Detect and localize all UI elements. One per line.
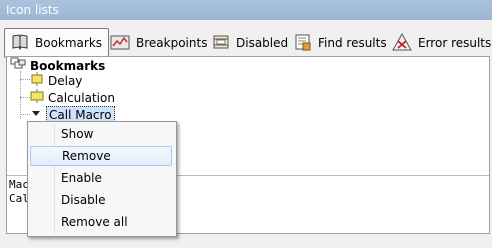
tree-connector — [20, 97, 30, 98]
tree-item-label: Calculation — [48, 91, 115, 105]
window-titlebar: Icon lists — [0, 0, 492, 20]
tree-item-label: Delay — [48, 74, 83, 88]
disabled-icon — [212, 33, 236, 54]
bookmarks-tree-icon — [10, 57, 30, 75]
output-line: Cal — [9, 192, 29, 205]
tab-label: Error results — [418, 36, 492, 50]
macro-step-icon — [30, 89, 48, 107]
tab-find-results[interactable]: Find results — [288, 28, 393, 58]
context-menu: Show Remove Enable Disable Remove all — [27, 121, 177, 237]
tab-disabled[interactable]: Disabled — [206, 28, 294, 58]
output-line: Mac — [9, 178, 29, 191]
tab-label: Disabled — [236, 36, 289, 50]
tab-bookmarks[interactable]: Bookmarks — [4, 28, 110, 58]
tree-root-bookmarks[interactable]: Bookmarks — [10, 57, 105, 75]
tree-item-calculation[interactable]: Calculation — [30, 89, 115, 107]
window-title: Icon lists — [6, 3, 59, 17]
menu-item-enable[interactable]: Enable — [30, 168, 172, 188]
tree-item-delay[interactable]: Delay — [30, 72, 83, 90]
tree-connector — [20, 79, 30, 80]
breakpoints-icon — [110, 33, 136, 54]
tab-error-results[interactable]: Error results — [386, 28, 492, 58]
tree-connector — [20, 114, 30, 115]
menu-item-disable[interactable]: Disable — [30, 190, 172, 210]
tab-breakpoints[interactable]: Breakpoints — [104, 28, 213, 58]
error-results-icon — [392, 32, 418, 54]
menu-item-remove-all[interactable]: Remove all — [30, 212, 172, 232]
menu-item-show[interactable]: Show — [30, 124, 172, 144]
tab-label: Breakpoints — [136, 36, 208, 50]
find-results-icon — [294, 33, 318, 54]
book-icon — [11, 33, 35, 54]
macro-step-icon — [30, 72, 48, 90]
menu-item-remove[interactable]: Remove — [30, 146, 172, 166]
tab-label: Find results — [318, 36, 387, 50]
tab-label: Bookmarks — [35, 36, 103, 50]
